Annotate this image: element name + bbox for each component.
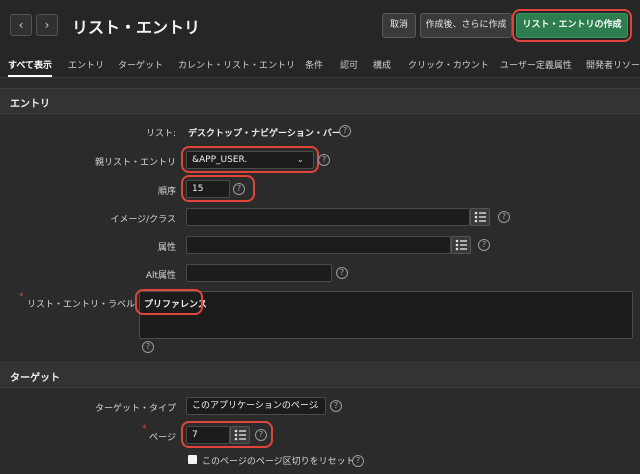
active-tab-indicator: [8, 75, 52, 77]
tab-configuration[interactable]: 構成: [373, 58, 391, 71]
alt-attribute-label: Alt属性: [145, 271, 176, 281]
list-label: リスト:: [145, 129, 176, 139]
chevron-left-icon: ‹: [18, 18, 24, 32]
sequence-input[interactable]: 15: [186, 180, 230, 198]
tab-entry[interactable]: エントリ: [68, 58, 104, 71]
help-icon[interactable]: ?: [142, 341, 154, 353]
help-icon[interactable]: ?: [318, 154, 330, 166]
help-icon[interactable]: ?: [330, 400, 342, 412]
cancel-button[interactable]: 取消: [382, 13, 416, 38]
list-entry-label-value: プリファレンス: [144, 300, 207, 310]
image-class-label: イメージ/クラス: [110, 215, 176, 225]
help-icon[interactable]: ?: [336, 267, 348, 279]
help-icon[interactable]: ?: [255, 429, 267, 441]
help-icon[interactable]: ?: [478, 239, 490, 251]
image-class-input[interactable]: [186, 208, 470, 226]
attributes-input[interactable]: [186, 236, 451, 254]
help-icon[interactable]: ?: [233, 183, 245, 195]
target-section-header: ターゲット: [0, 362, 640, 388]
target-type-label: ターゲット・タイプ: [94, 404, 176, 414]
target-type-value: このアプリケーションのページ: [192, 401, 318, 411]
target-section-title: ターゲット: [10, 373, 60, 384]
list-picker-icon: [474, 211, 486, 223]
entry-section-header: エントリ: [0, 88, 640, 114]
create-another-button[interactable]: 作成後、さらに作成: [420, 13, 512, 38]
page-label: ページ: [149, 433, 176, 443]
parent-entry-label: 親リスト・エントリ: [94, 158, 176, 168]
forward-button[interactable]: ›: [36, 14, 58, 36]
tab-click-count[interactable]: クリック・カウント: [408, 58, 489, 71]
alt-attribute-input[interactable]: [186, 264, 332, 282]
reset-pagination-label: このページのページ区切りをリセット: [202, 457, 355, 467]
image-class-picker-button[interactable]: [470, 208, 490, 226]
page-input[interactable]: 7: [186, 426, 230, 444]
reset-pagination-checkbox[interactable]: [188, 455, 197, 464]
sequence-label: 順序: [157, 187, 176, 197]
help-icon[interactable]: ?: [339, 125, 351, 137]
parent-entry-value: &APP_USER.: [192, 155, 248, 165]
chevron-right-icon: ›: [44, 18, 50, 32]
required-marker: *: [19, 292, 24, 302]
list-picker-icon: [234, 429, 246, 441]
parent-entry-select[interactable]: &APP_USER. ⌄: [186, 151, 314, 169]
create-list-entry-button[interactable]: リスト・エントリの作成: [516, 13, 628, 38]
list-picker-icon: [455, 239, 467, 251]
tab-current-list-entry[interactable]: カレント・リスト・エントリ: [178, 58, 295, 71]
list-value: デスクトップ・ナビゲーション・バー: [188, 129, 341, 139]
required-marker: *: [142, 424, 147, 434]
page-title: リスト・エントリ: [72, 18, 201, 37]
entry-section-title: エントリ: [10, 99, 50, 110]
tab-developer-resources[interactable]: 開発者リソース: [586, 58, 640, 71]
tab-user-defined-attributes[interactable]: ユーザー定義属性: [500, 58, 572, 71]
help-icon[interactable]: ?: [352, 455, 364, 467]
list-entry-label-textarea[interactable]: プリファレンス: [139, 291, 633, 339]
page-picker-button[interactable]: [230, 426, 250, 444]
target-type-select[interactable]: このアプリケーションのページ ⌄: [186, 397, 326, 415]
chevron-down-icon: ⌄: [313, 401, 320, 410]
tab-target[interactable]: ターゲット: [118, 58, 163, 71]
tab-authorization[interactable]: 認可: [340, 58, 358, 71]
page-header: ‹ › リスト・エントリ 取消 作成後、さらに作成 リスト・エントリの作成: [0, 0, 640, 50]
back-button[interactable]: ‹: [10, 14, 32, 36]
tab-conditions[interactable]: 条件: [305, 58, 323, 71]
chevron-down-icon: ⌄: [297, 155, 304, 164]
list-entry-label-label: リスト・エントリ・ラベル: [27, 300, 136, 310]
tab-bar: すべて表示 エントリ ターゲット カレント・リスト・エントリ 条件 認可 構成 …: [0, 50, 640, 78]
help-icon[interactable]: ?: [498, 211, 510, 223]
tab-show-all[interactable]: すべて表示: [8, 58, 52, 71]
attributes-label: 属性: [157, 243, 176, 253]
attributes-picker-button[interactable]: [451, 236, 471, 254]
